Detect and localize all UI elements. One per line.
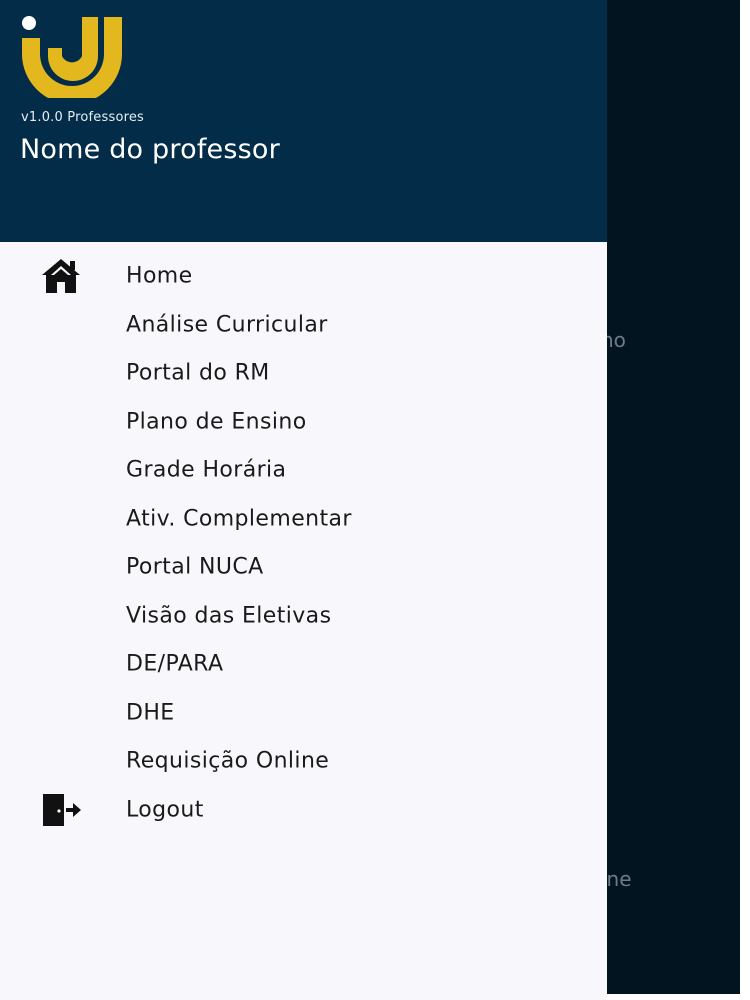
- home-icon: [40, 257, 82, 295]
- menu-item-logout[interactable]: Logout: [0, 786, 607, 835]
- screen-edge: [740, 0, 750, 1000]
- user-name: Nome do professor: [20, 134, 280, 165]
- menu-label: DHE: [126, 700, 175, 726]
- menu-item-portal-rm[interactable]: Portal do RM: [0, 349, 607, 398]
- menu-item-home[interactable]: Home: [0, 252, 607, 301]
- menu-item-ativ-complementar[interactable]: Ativ. Complementar: [0, 495, 607, 544]
- menu-item-analise-curricular[interactable]: Análise Curricular: [0, 301, 607, 350]
- menu-label: Plano de Ensino: [126, 409, 307, 435]
- drawer-header: v1.0.0 Professores Nome do professor: [0, 0, 607, 242]
- menu-label: Visão das Eletivas: [126, 603, 332, 629]
- navigation-drawer: v1.0.0 Professores Nome do professor Hom…: [0, 0, 607, 1000]
- menu-item-visao-eletivas[interactable]: Visão das Eletivas: [0, 592, 607, 641]
- menu-item-de-para[interactable]: DE/PARA: [0, 640, 607, 689]
- menu-item-requisicao-online[interactable]: Requisição Online: [0, 737, 607, 786]
- menu-item-dhe[interactable]: DHE: [0, 689, 607, 738]
- logout-icon: [40, 791, 82, 829]
- menu-item-portal-nuca[interactable]: Portal NUCA: [0, 543, 607, 592]
- menu-item-grade-horaria[interactable]: Grade Horária: [0, 446, 607, 495]
- menu-label: Portal do RM: [126, 360, 270, 386]
- menu-label: Logout: [126, 797, 204, 823]
- menu-label: Grade Horária: [126, 457, 287, 483]
- drawer-menu: Home Análise Curricular Portal do RM Pla…: [0, 252, 607, 834]
- app-logo: [22, 16, 122, 98]
- menu-item-plano-ensino[interactable]: Plano de Ensino: [0, 398, 607, 447]
- menu-label: Portal NUCA: [126, 554, 264, 580]
- app-version: v1.0.0 Professores: [21, 110, 145, 125]
- menu-label: Home: [126, 263, 193, 289]
- menu-label: Requisição Online: [126, 748, 330, 774]
- menu-label: Análise Curricular: [126, 312, 328, 338]
- menu-label: Ativ. Complementar: [126, 506, 352, 532]
- screen: l no . ine v1.0.0 Professores Nome do pr…: [0, 0, 750, 1000]
- menu-label: DE/PARA: [126, 651, 224, 677]
